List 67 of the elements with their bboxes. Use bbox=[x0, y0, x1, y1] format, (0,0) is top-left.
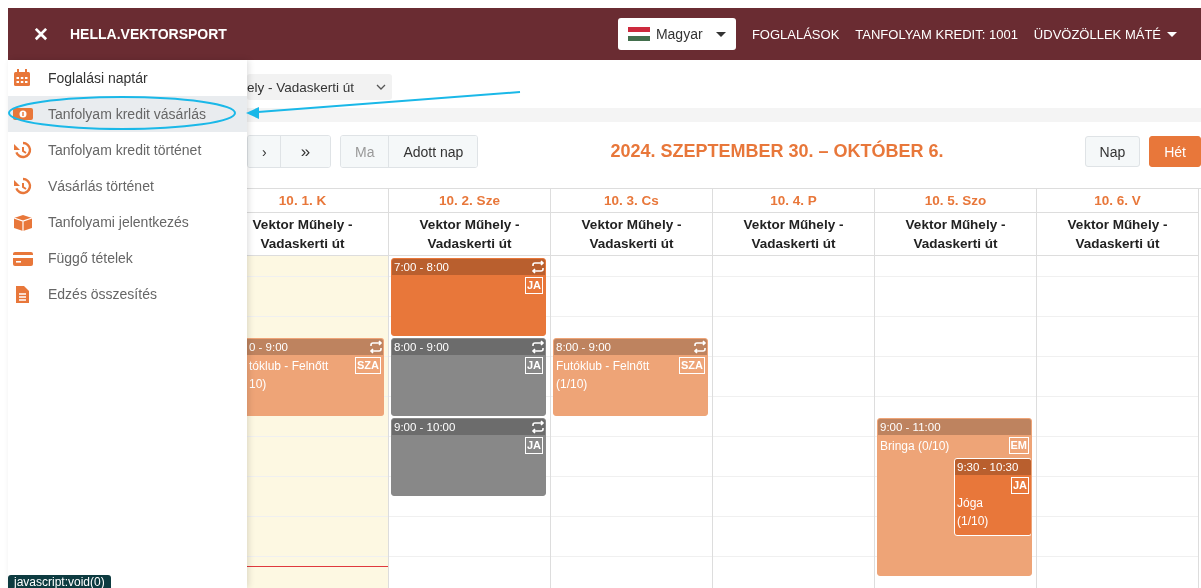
event-time: 0 - 9:00 bbox=[249, 341, 288, 353]
location-label: Vektor Műhely - Vadaskerti út bbox=[1066, 216, 1169, 253]
sidebar-item[interactable]: Vásárlás történet bbox=[8, 168, 247, 204]
event-count: (1/10) bbox=[957, 513, 990, 530]
event-title: tóklub - Felnőtt bbox=[249, 358, 330, 375]
event-count: (1/10) bbox=[556, 376, 589, 393]
instructor-badge: JA bbox=[524, 357, 543, 374]
instructor-badge: JA bbox=[524, 277, 543, 294]
instructor-badge: SZA bbox=[355, 357, 381, 374]
event-time: 9:00 - 10:00 bbox=[394, 421, 456, 433]
event-time: 9:00 - 11:00 bbox=[880, 421, 941, 433]
sidebar-item[interactable]: Függő tételek bbox=[8, 240, 247, 276]
brand-name: HELLA.VEKTORSPORT bbox=[70, 26, 228, 42]
location-label: Vektor Műhely - Vadaskerti út bbox=[742, 216, 845, 253]
location-label: Vektor Műhely - Vadaskerti út bbox=[580, 216, 683, 253]
event-title: Bringa (0/10) bbox=[880, 438, 951, 455]
nav-link[interactable]: FOGLALÁSOK bbox=[751, 26, 840, 42]
event-card[interactable]: 7:00 - 8:00 JA bbox=[391, 258, 546, 336]
view-button[interactable]: Nap bbox=[1084, 136, 1141, 167]
event-card[interactable]: 9:30 - 10:30 JA Jóga (1/10) bbox=[954, 458, 1031, 536]
event-title: Futóklub - Felnőtt bbox=[556, 358, 651, 375]
sidebar-item[interactable]: Edzés összesítés bbox=[8, 276, 247, 312]
user-menu[interactable]: ÜDVÖZÖLLEK MÁTÉ bbox=[1033, 26, 1177, 42]
status-link-tooltip: javascript:void(0) bbox=[8, 575, 111, 588]
event-card[interactable]: 8:00 - 9:00 JA bbox=[391, 338, 546, 416]
instructor-badge: EM bbox=[1008, 437, 1029, 454]
day-header: 10. 5. Szo bbox=[875, 189, 1036, 213]
date-picker-button[interactable]: Adott nap bbox=[388, 136, 478, 167]
location-label: Vektor Műhely - Vadaskerti út bbox=[418, 216, 521, 253]
next-button[interactable]: › bbox=[248, 136, 280, 167]
close-button[interactable]: ✕ bbox=[32, 22, 50, 46]
sidebar-item[interactable]: Foglalási naptár bbox=[8, 60, 247, 96]
nav-link[interactable]: TANFOLYAM KREDIT: 1001 bbox=[855, 26, 1018, 42]
event-card[interactable]: 8:00 - 9:00 Futóklub - Felnőtt SZA (1/10) bbox=[553, 338, 708, 416]
history-icon bbox=[13, 140, 33, 160]
history-icon bbox=[13, 176, 33, 196]
day-header: 10. 2. Sze bbox=[389, 189, 550, 213]
day-header: 10. 4. P bbox=[713, 189, 874, 213]
chevron-down-icon bbox=[376, 84, 386, 90]
event-card[interactable]: 9:00 - 10:00 JA bbox=[391, 418, 546, 496]
event-count: 10) bbox=[249, 376, 268, 393]
sidebar-item[interactable]: Tanfolyam kredit történet bbox=[8, 132, 247, 168]
language-select[interactable]: Magyar bbox=[617, 18, 736, 50]
skip-forward-button[interactable]: » bbox=[280, 136, 330, 167]
event-time: 7:00 - 8:00 bbox=[394, 261, 449, 273]
caret-icon bbox=[1167, 31, 1177, 37]
instructor-badge: JA bbox=[524, 437, 543, 454]
flag-icon bbox=[627, 27, 650, 41]
day-header: 10. 3. Cs bbox=[551, 189, 712, 213]
location-label: Vektor Műhely - Vadaskerti út bbox=[251, 216, 354, 253]
location-label: Vektor Műhely - Vadaskerti út bbox=[904, 216, 1007, 253]
event-time: 8:00 - 9:00 bbox=[556, 341, 611, 353]
event-time: 8:00 - 9:00 bbox=[394, 341, 449, 353]
sidebar-item[interactable]: Tanfolyami jelentkezés bbox=[8, 204, 247, 240]
event-card[interactable]: 9:00 - 11:00 Bringa (0/10) EM 9:30 - 10:30 JA Jóga (1/10) bbox=[877, 418, 1032, 576]
day-header: 10. 1. K bbox=[247, 189, 388, 213]
box-icon bbox=[13, 212, 33, 232]
caret-icon bbox=[715, 31, 726, 37]
event-title: Jóga bbox=[957, 495, 985, 512]
date-range-title: 2024. SZEPTEMBER 30. – OKTÓBER 6. bbox=[609, 141, 945, 162]
calendar-icon bbox=[13, 68, 33, 88]
event-time: 9:30 - 10:30 bbox=[957, 461, 1019, 473]
event-card[interactable]: 0 - 9:00 tóklub - Felnőtt SZA 10) bbox=[247, 338, 384, 416]
location-select[interactable]: ely - Vadaskerti út bbox=[247, 74, 392, 100]
instructor-badge: JA bbox=[1010, 477, 1029, 494]
instructor-badge: SZA bbox=[679, 357, 705, 374]
day-header: 10. 6. V bbox=[1037, 189, 1198, 213]
